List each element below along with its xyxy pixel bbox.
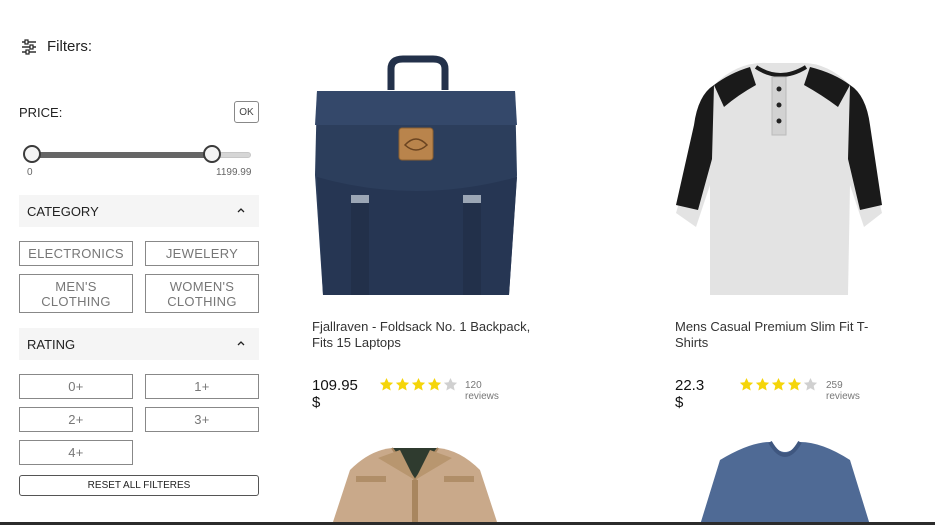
jacket-image[interactable] xyxy=(330,440,500,525)
category-section-header[interactable]: CATEGORY xyxy=(19,195,259,227)
product-price: 109.95 $ xyxy=(312,377,358,411)
price-min-label: 0 xyxy=(27,167,33,178)
star-filled-icon xyxy=(411,377,426,391)
price-range-slider[interactable] xyxy=(23,145,251,165)
category-chip-mens-clothing[interactable]: MEN'S CLOTHING xyxy=(19,274,133,313)
tshirt-image[interactable] xyxy=(668,55,888,300)
star-filled-icon xyxy=(395,377,410,391)
star-filled-icon xyxy=(379,377,394,391)
review-count: 259 reviews xyxy=(826,380,860,402)
rating-stars xyxy=(379,377,458,392)
rating-chip-4[interactable]: 4+ xyxy=(19,440,133,465)
slider-max-thumb[interactable] xyxy=(202,145,221,163)
price-ok-button[interactable]: OK xyxy=(234,101,259,123)
price-max-label: 1199.99 xyxy=(216,167,252,178)
rating-chip-1[interactable]: 1+ xyxy=(145,374,259,399)
filters-sidebar: Filters: PRICE: OK 0 1199.99 CATEGORY EL… xyxy=(19,0,259,525)
rating-title: RATING xyxy=(27,337,76,352)
chevron-up-icon xyxy=(237,208,245,213)
rating-chip-3[interactable]: 3+ xyxy=(145,407,259,432)
star-filled-icon xyxy=(739,377,754,391)
product-title[interactable]: Fjallraven - Foldsack No. 1 Backpack, Fi… xyxy=(312,319,532,351)
category-chip-jewelery[interactable]: JEWELERY xyxy=(145,241,259,266)
rating-chip-2[interactable]: 2+ xyxy=(19,407,133,432)
star-filled-icon xyxy=(787,377,802,391)
rating-chip-0[interactable]: 0+ xyxy=(19,374,133,399)
slider-min-thumb[interactable] xyxy=(23,145,41,163)
product-price: 22.3 $ xyxy=(675,377,705,411)
category-title: CATEGORY xyxy=(27,204,99,219)
star-filled-icon xyxy=(427,377,442,391)
category-chip-electronics[interactable]: ELECTRONICS xyxy=(19,241,133,266)
tee-image[interactable] xyxy=(690,440,880,525)
chevron-up-icon xyxy=(237,341,245,346)
category-chip-womens-clothing[interactable]: WOMEN'S CLOTHING xyxy=(145,274,259,313)
star-filled-icon xyxy=(771,377,786,391)
backpack-image[interactable] xyxy=(305,55,525,300)
price-row: PRICE: OK xyxy=(19,101,259,123)
filters-title: Filters: xyxy=(47,38,92,55)
price-label: PRICE: xyxy=(19,105,63,120)
star-empty-icon xyxy=(803,377,818,391)
filter-sliders-icon xyxy=(22,38,36,55)
filters-header: Filters: xyxy=(21,38,92,55)
reset-filters-button[interactable]: RESET ALL FILTERES xyxy=(19,475,259,496)
rating-stars xyxy=(739,377,818,392)
star-empty-icon xyxy=(443,377,458,391)
star-filled-icon xyxy=(755,377,770,391)
review-count: 120 reviews xyxy=(465,380,499,402)
rating-section-header[interactable]: RATING xyxy=(19,328,259,360)
slider-fill xyxy=(31,152,212,158)
product-title[interactable]: Mens Casual Premium Slim Fit T-Shirts xyxy=(675,319,895,351)
